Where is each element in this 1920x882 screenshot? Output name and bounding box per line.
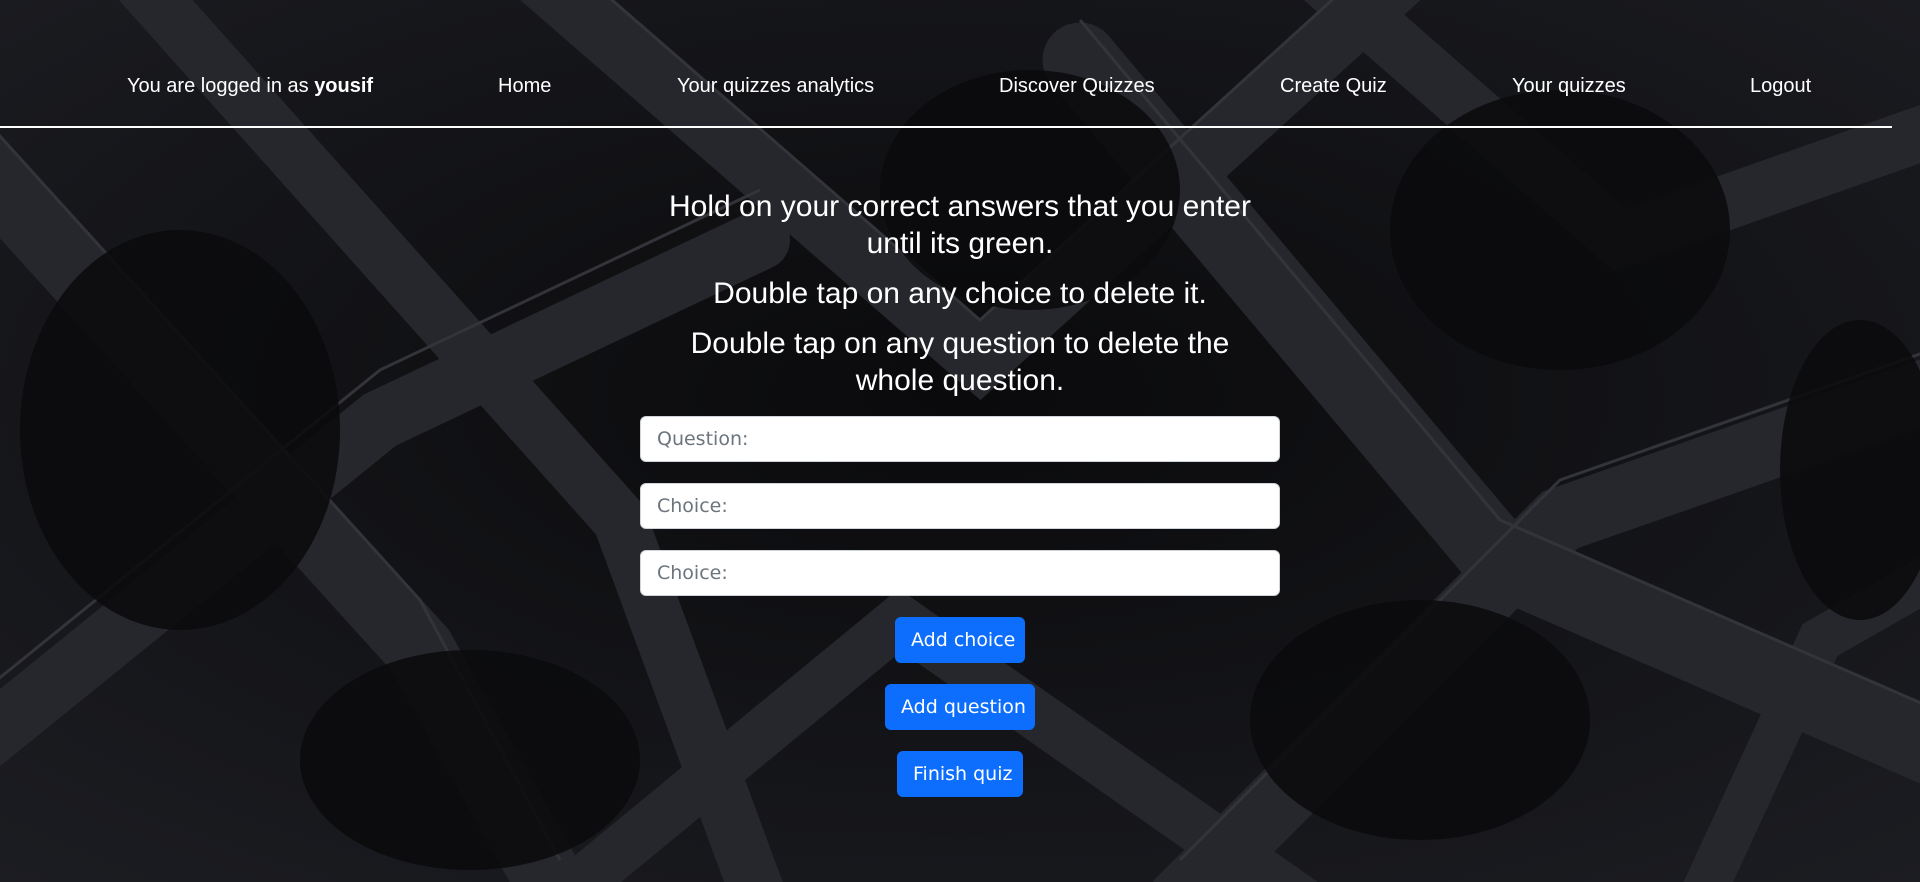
nav-home-link[interactable]: Home	[498, 74, 551, 98]
add-question-button[interactable]: Add question	[885, 684, 1035, 730]
username: yousif	[314, 75, 374, 97]
add-choice-button[interactable]: Add choice	[895, 617, 1025, 663]
nav-logout-link[interactable]: Logout	[1750, 74, 1811, 98]
choice-input-1[interactable]	[640, 483, 1280, 529]
instruction-delete-question: Double tap on any question to delete the…	[690, 327, 1230, 397]
logged-in-prefix: You are logged in as	[127, 75, 315, 97]
choice-input-2[interactable]	[640, 550, 1280, 596]
nav-your-quizzes-link[interactable]: Your quizzes	[1512, 74, 1626, 98]
logged-in-user-text: You are logged in as yousif	[127, 74, 373, 98]
nav-analytics-link[interactable]: Your quizzes analytics	[677, 74, 874, 98]
top-navbar: You are logged in as yousif Home Your qu…	[0, 0, 1892, 128]
question-input[interactable]	[640, 416, 1280, 462]
nav-discover-link[interactable]: Discover Quizzes	[999, 74, 1155, 98]
instructions: Hold on your correct answers that you en…	[640, 188, 1280, 412]
instruction-delete-choice: Double tap on any choice to delete it.	[713, 277, 1207, 310]
instruction-correct-answers: Hold on your correct answers that you en…	[669, 190, 1251, 260]
nav-create-quiz-link[interactable]: Create Quiz	[1280, 74, 1387, 98]
finish-quiz-button[interactable]: Finish quiz	[897, 751, 1023, 797]
create-quiz-page: You are logged in as yousif Home Your qu…	[0, 0, 1920, 882]
